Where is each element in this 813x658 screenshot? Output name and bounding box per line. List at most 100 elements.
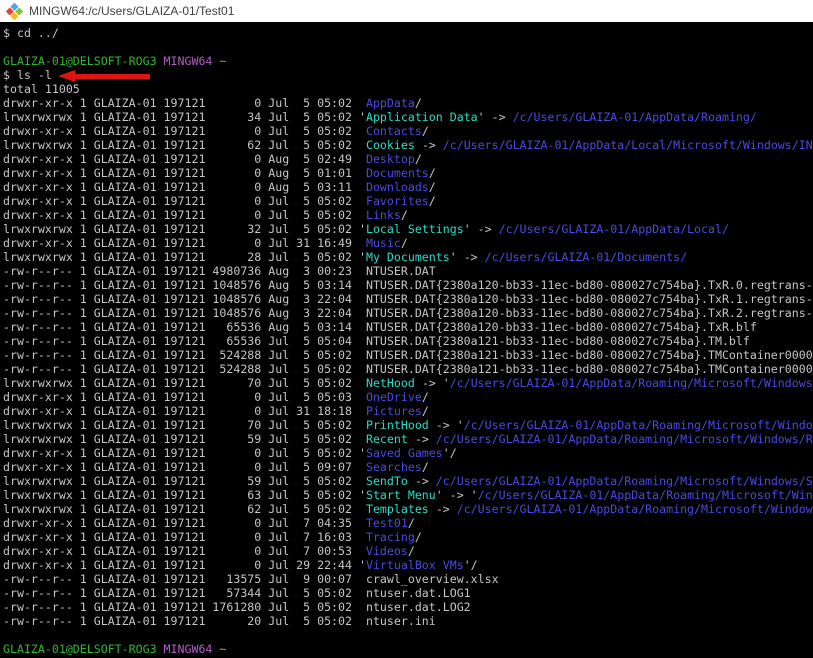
- terminal-text-segment: GLAIZA-01@DELSOFT-ROG3: [3, 54, 157, 68]
- terminal-text-segment: -rw-r--r-- 1 GLAIZA-01 197121 57344 Jul …: [3, 586, 471, 600]
- file-row: drwxr-xr-x 1 GLAIZA-01 197121 0 Aug 5 01…: [3, 166, 813, 180]
- terminal-text-segment: /c/Users/GLAIZA-01/AppData/Roaming/Micro…: [464, 418, 813, 432]
- terminal-text-segment: Documents: [366, 166, 429, 180]
- terminal-text-segment: '/: [443, 446, 457, 460]
- terminal-text-segment: [157, 54, 164, 68]
- terminal-text-segment: ' ->: [478, 110, 513, 124]
- terminal-text-segment: lrwxrwxrwx 1 GLAIZA-01 197121 63 Jul 5 0…: [3, 488, 366, 502]
- terminal-text-segment: -rw-r--r-- 1 GLAIZA-01 197121 1761280 Ju…: [3, 600, 471, 614]
- terminal-text-segment: '/: [464, 558, 478, 572]
- file-row: lrwxrwxrwx 1 GLAIZA-01 197121 28 Jul 5 0…: [3, 250, 813, 264]
- terminal-text-segment: Cookies: [366, 138, 415, 152]
- terminal-text-segment: Music: [366, 236, 401, 250]
- command-cd: $ cd ../: [3, 26, 813, 40]
- terminal-text-segment: /c/Users/GLAIZA-01/AppData/Local/: [499, 222, 729, 236]
- terminal-text-segment: drwxr-xr-x 1 GLAIZA-01 197121 0 Jul 7 00…: [3, 544, 366, 558]
- terminal-text-segment: /: [415, 530, 422, 544]
- terminal-text-segment: -rw-r--r-- 1 GLAIZA-01 197121 4980736 Au…: [3, 264, 436, 278]
- terminal-window: MINGW64:/c/Users/GLAIZA-01/Test01 $ cd .…: [0, 0, 813, 658]
- terminal-text-segment: drwxr-xr-x 1 GLAIZA-01 197121 0 Jul 29 2…: [3, 558, 366, 572]
- file-row: lrwxrwxrwx 1 GLAIZA-01 197121 70 Jul 5 0…: [3, 418, 813, 432]
- terminal-text-segment: $ ls -l: [3, 68, 52, 82]
- window-titlebar: MINGW64:/c/Users/GLAIZA-01/Test01: [0, 0, 813, 22]
- file-row: lrwxrwxrwx 1 GLAIZA-01 197121 62 Jul 5 0…: [3, 138, 813, 152]
- terminal-text-segment: /: [429, 180, 436, 194]
- terminal-text-segment: MINGW64: [164, 642, 213, 656]
- terminal-text-segment: drwxr-xr-x 1 GLAIZA-01 197121 0 Jul 7 04…: [3, 516, 366, 530]
- terminal-text-segment: /c/Users/GLAIZA-01/AppData/Roaming/Micro…: [457, 502, 813, 516]
- terminal-text-segment: Recent: [366, 432, 408, 446]
- terminal-text-segment: /c/Users/GLAIZA-01/AppData/Roaming/Micro…: [450, 376, 813, 390]
- file-row: lrwxrwxrwx 1 GLAIZA-01 197121 59 Jul 5 0…: [3, 432, 813, 446]
- file-row: -rw-r--r-- 1 GLAIZA-01 197121 65536 Aug …: [3, 320, 813, 334]
- file-row: drwxr-xr-x 1 GLAIZA-01 197121 0 Jul 5 05…: [3, 96, 813, 110]
- terminal-text-segment: ->: [408, 432, 436, 446]
- terminal-text-segment: drwxr-xr-x 1 GLAIZA-01 197121 0 Jul 5 05…: [3, 446, 366, 460]
- terminal-text-segment: /: [422, 390, 429, 404]
- terminal-text-segment: drwxr-xr-x 1 GLAIZA-01 197121 0 Jul 5 05…: [3, 194, 366, 208]
- terminal-text-segment: /c/Users/GLAIZA-01/AppData/Roaming/Micro…: [478, 488, 813, 502]
- terminal-text-segment: Pictures: [366, 404, 422, 418]
- terminal-text-segment: Downloads: [366, 180, 429, 194]
- file-row: drwxr-xr-x 1 GLAIZA-01 197121 0 Jul 31 1…: [3, 236, 813, 250]
- terminal-output[interactable]: $ cd ../ GLAIZA-01@DELSOFT-ROG3 MINGW64 …: [0, 22, 813, 658]
- terminal-text-segment: /: [422, 460, 429, 474]
- terminal-text-segment: Contacts: [366, 124, 422, 138]
- terminal-text-segment: lrwxrwxrwx 1 GLAIZA-01 197121 59 Jul 5 0…: [3, 474, 366, 488]
- terminal-text-segment: ~: [219, 54, 226, 68]
- file-row: -rw-r--r-- 1 GLAIZA-01 197121 57344 Jul …: [3, 586, 813, 600]
- terminal-text-segment: Desktop: [366, 152, 415, 166]
- file-row: -rw-r--r-- 1 GLAIZA-01 197121 65536 Jul …: [3, 334, 813, 348]
- terminal-text-segment: /: [415, 152, 422, 166]
- terminal-text-segment: total 11005: [3, 82, 80, 96]
- file-row: -rw-r--r-- 1 GLAIZA-01 197121 524288 Jul…: [3, 362, 813, 376]
- msys-app-icon[interactable]: [6, 2, 23, 19]
- terminal-text-segment: Videos: [366, 544, 408, 558]
- terminal-text-segment: Application Data: [366, 110, 478, 124]
- terminal-text-segment: Favorites: [366, 194, 429, 208]
- terminal-text-segment: /c/Users/GLAIZA-01/AppData/Roaming/Micro…: [436, 432, 813, 446]
- file-row: drwxr-xr-x 1 GLAIZA-01 197121 0 Jul 5 05…: [3, 208, 813, 222]
- blank-line: [3, 628, 813, 642]
- terminal-text-segment: PrintHood: [366, 418, 429, 432]
- terminal-text-segment: drwxr-xr-x 1 GLAIZA-01 197121 0 Jul 31 1…: [3, 404, 366, 418]
- terminal-text-segment: -rw-r--r-- 1 GLAIZA-01 197121 524288 Jul…: [3, 362, 813, 376]
- terminal-text-segment: GLAIZA-01@DELSOFT-ROG3: [3, 642, 157, 656]
- terminal-text-segment: Saved Games: [366, 446, 443, 460]
- terminal-text-segment: Local Settings: [366, 222, 464, 236]
- terminal-text-segment: -rw-r--r-- 1 GLAIZA-01 197121 1048576 Au…: [3, 292, 813, 306]
- terminal-text-segment: -> ': [415, 376, 450, 390]
- terminal-text-segment: ' -> ': [436, 488, 478, 502]
- terminal-text-segment: /c/Users/GLAIZA-01/AppData/Roaming/: [513, 110, 757, 124]
- terminal-text-segment: ->: [408, 474, 436, 488]
- file-row: lrwxrwxrwx 1 GLAIZA-01 197121 62 Jul 5 0…: [3, 502, 813, 516]
- file-row: drwxr-xr-x 1 GLAIZA-01 197121 0 Aug 5 03…: [3, 180, 813, 194]
- terminal-text-segment: VirtualBox VMs: [366, 558, 464, 572]
- terminal-text-segment: /: [422, 404, 429, 418]
- file-row: -rw-r--r-- 1 GLAIZA-01 197121 1761280 Ju…: [3, 600, 813, 614]
- terminal-text-segment: $ cd ../: [3, 26, 59, 40]
- terminal-text-segment: /c/Users/GLAIZA-01/AppData/Local/Microso…: [443, 138, 813, 152]
- file-row: drwxr-xr-x 1 GLAIZA-01 197121 0 Jul 5 05…: [3, 446, 813, 460]
- file-row: -rw-r--r-- 1 GLAIZA-01 197121 13575 Jul …: [3, 572, 813, 586]
- file-row: drwxr-xr-x 1 GLAIZA-01 197121 0 Jul 5 05…: [3, 124, 813, 138]
- window-title: MINGW64:/c/Users/GLAIZA-01/Test01: [29, 4, 234, 18]
- file-row: -rw-r--r-- 1 GLAIZA-01 197121 1048576 Au…: [3, 292, 813, 306]
- terminal-text-segment: OneDrive: [366, 390, 422, 404]
- file-row: drwxr-xr-x 1 GLAIZA-01 197121 0 Jul 5 05…: [3, 390, 813, 404]
- file-row: lrwxrwxrwx 1 GLAIZA-01 197121 59 Jul 5 0…: [3, 474, 813, 488]
- terminal-text-segment: drwxr-xr-x 1 GLAIZA-01 197121 0 Jul 5 05…: [3, 124, 366, 138]
- terminal-text-segment: My Documents: [366, 250, 450, 264]
- terminal-text-segment: lrwxrwxrwx 1 GLAIZA-01 197121 70 Jul 5 0…: [3, 376, 366, 390]
- terminal-text-segment: lrwxrwxrwx 1 GLAIZA-01 197121 59 Jul 5 0…: [3, 432, 366, 446]
- terminal-text-segment: /c/Users/GLAIZA-01/AppData/Roaming/Micro…: [436, 474, 813, 488]
- terminal-text-segment: Links: [366, 208, 401, 222]
- file-row: lrwxrwxrwx 1 GLAIZA-01 197121 63 Jul 5 0…: [3, 488, 813, 502]
- file-row: drwxr-xr-x 1 GLAIZA-01 197121 0 Jul 7 00…: [3, 544, 813, 558]
- file-row: -rw-r--r-- 1 GLAIZA-01 197121 4980736 Au…: [3, 264, 813, 278]
- terminal-text-segment: ' ->: [464, 222, 499, 236]
- terminal-text-segment: /: [401, 236, 408, 250]
- file-row: -rw-r--r-- 1 GLAIZA-01 197121 1048576 Au…: [3, 306, 813, 320]
- terminal-text-segment: Test01: [366, 516, 408, 530]
- terminal-text-segment: drwxr-xr-x 1 GLAIZA-01 197121 0 Aug 5 02…: [3, 152, 366, 166]
